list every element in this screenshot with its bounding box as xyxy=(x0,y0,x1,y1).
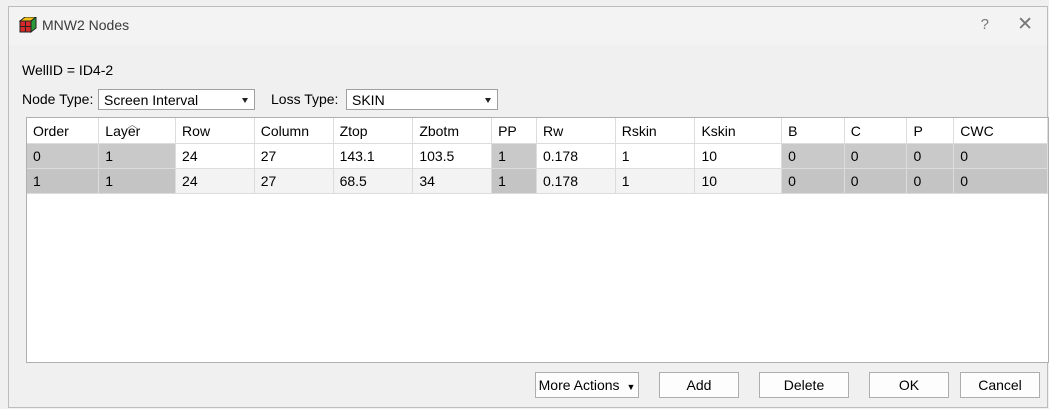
well-id-label: WellID = ID4-2 xyxy=(22,62,114,78)
table-cell[interactable]: 34 xyxy=(412,168,493,194)
table-cell[interactable]: 0 xyxy=(906,168,955,194)
table-cell[interactable]: 1 xyxy=(98,168,177,194)
table-cell[interactable]: 0 xyxy=(844,168,908,194)
table-cell[interactable]: 10 xyxy=(694,143,783,169)
table-cell[interactable]: 143.1 xyxy=(333,143,414,169)
table-cell[interactable]: 0 xyxy=(953,168,1048,194)
more-actions-label: More Actions xyxy=(538,377,620,393)
ok-button[interactable]: OK xyxy=(869,372,949,398)
column-header[interactable]: CWC xyxy=(953,118,1048,144)
table-cell[interactable]: 1 xyxy=(615,143,696,169)
column-header[interactable]: C xyxy=(844,118,908,144)
cancel-button[interactable]: Cancel xyxy=(960,372,1040,398)
table-cell[interactable]: 10 xyxy=(694,168,783,194)
node-type-label: Node Type: xyxy=(22,91,94,107)
table-cell[interactable]: 27 xyxy=(254,168,334,194)
table-cell[interactable]: 1 xyxy=(491,143,537,169)
table-cell[interactable]: 0 xyxy=(781,143,845,169)
chevron-down-icon xyxy=(242,98,248,103)
loss-type-label: Loss Type: xyxy=(271,91,339,107)
nodes-table[interactable]: Order ︿ Layer Row Column Ztop Zbotm PP Rw… xyxy=(26,117,1049,363)
node-type-select[interactable]: Screen Interval xyxy=(98,89,255,110)
help-icon[interactable]: ? xyxy=(981,16,989,33)
node-type-value: Screen Interval xyxy=(104,92,199,108)
table-cell[interactable]: 24 xyxy=(175,168,255,194)
table-cell[interactable]: 24 xyxy=(175,143,255,169)
table-cell[interactable]: 68.5 xyxy=(333,168,414,194)
column-header[interactable]: Row xyxy=(175,118,255,144)
table-cell[interactable]: 1 xyxy=(27,168,100,194)
column-header[interactable]: Kskin xyxy=(694,118,783,144)
title-bar: MNW2 Nodes ? ✕ xyxy=(9,7,1047,45)
column-header[interactable]: B xyxy=(781,118,845,144)
more-actions-button[interactable]: More Actions ▼ xyxy=(535,372,639,398)
loss-type-select[interactable]: SKIN xyxy=(346,89,498,110)
mnw2-nodes-dialog: MNW2 Nodes ? ✕ WellID = ID4-2 Node Type:… xyxy=(8,6,1049,408)
column-header[interactable]: Zbotm xyxy=(412,118,493,144)
column-header[interactable]: Rskin xyxy=(615,118,696,144)
window-title: MNW2 Nodes xyxy=(42,17,130,33)
table-cell[interactable]: 0.178 xyxy=(536,143,616,169)
table-cell[interactable]: 0 xyxy=(781,168,845,194)
table-cell[interactable]: 0.178 xyxy=(536,168,616,194)
column-header[interactable]: P xyxy=(906,118,955,144)
table-cell[interactable]: 0 xyxy=(953,143,1048,169)
table-header-row: Order ︿ Layer Row Column Ztop Zbotm PP Rw… xyxy=(27,118,1048,144)
table-row[interactable]: 1 1 24 27 68.5 34 1 0.178 1 10 0 0 0 0 xyxy=(27,168,1048,194)
table-cell[interactable]: 103.5 xyxy=(412,143,493,169)
column-header[interactable]: Order xyxy=(27,118,100,144)
table-cell[interactable]: 1 xyxy=(98,143,177,169)
table-cell[interactable]: 27 xyxy=(254,143,334,169)
app-icon xyxy=(18,15,38,35)
delete-button[interactable]: Delete xyxy=(759,372,849,398)
sort-ascending-icon: ︿ xyxy=(127,120,138,131)
column-header[interactable]: Rw xyxy=(536,118,616,144)
loss-type-value: SKIN xyxy=(352,92,385,108)
table-row[interactable]: 0 1 24 27 143.1 103.5 1 0.178 1 10 0 0 0… xyxy=(27,143,1048,169)
table-cell[interactable]: 1 xyxy=(615,168,696,194)
column-header[interactable]: Column xyxy=(254,118,334,144)
table-cell[interactable]: 1 xyxy=(491,168,537,194)
table-cell[interactable]: 0 xyxy=(844,143,908,169)
column-header[interactable]: PP xyxy=(491,118,537,144)
column-header[interactable]: Ztop xyxy=(333,118,414,144)
column-header[interactable]: ︿ Layer xyxy=(98,118,177,144)
add-button[interactable]: Add xyxy=(659,372,739,398)
table-cell[interactable]: 0 xyxy=(906,143,955,169)
table-cell[interactable]: 0 xyxy=(27,143,100,169)
close-icon[interactable]: ✕ xyxy=(1017,13,1033,36)
chevron-down-icon xyxy=(485,98,491,103)
caret-down-icon: ▼ xyxy=(626,382,636,392)
